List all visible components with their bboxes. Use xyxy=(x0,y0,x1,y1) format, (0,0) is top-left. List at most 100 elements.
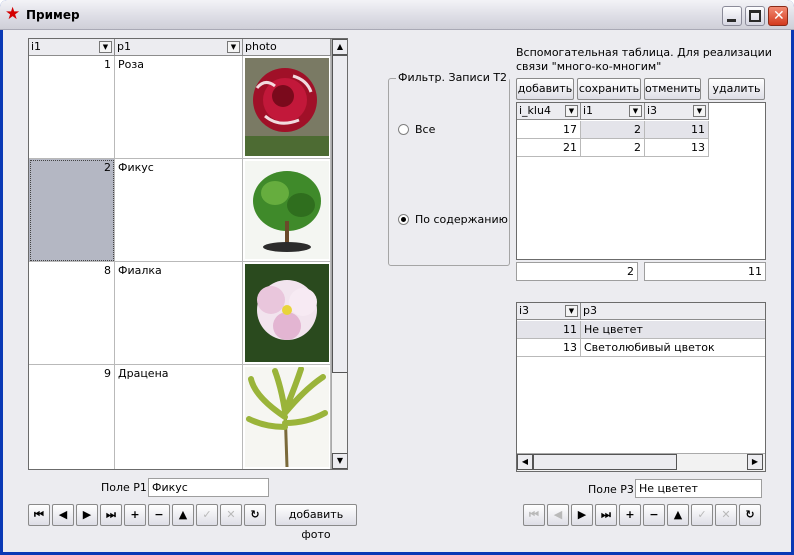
scroll-thumb[interactable] xyxy=(332,55,347,373)
minimize-button[interactable] xyxy=(722,6,742,26)
scroll-thumb[interactable] xyxy=(533,454,677,470)
dropdown-arrow-icon[interactable]: ▼ xyxy=(693,105,706,117)
table-cell-photo[interactable] xyxy=(243,159,331,262)
column-header-i-klu4[interactable]: i_klu4 ▼ xyxy=(517,103,581,120)
scroll-left-icon[interactable]: ◀ xyxy=(517,454,533,470)
first-icon[interactable]: ⏮ xyxy=(523,504,545,526)
table-cell[interactable]: 2 xyxy=(581,139,645,157)
table-cell-photo[interactable] xyxy=(243,365,331,469)
table-cell[interactable]: Светолюбивый цветок xyxy=(581,339,765,357)
title-bar[interactable]: ★ Пример ✕ xyxy=(0,0,794,30)
edit-icon[interactable]: ▲ xyxy=(667,504,689,526)
column-header-p3[interactable]: p3 xyxy=(581,303,765,320)
window-title: Пример xyxy=(26,8,80,22)
first-icon[interactable]: ⏮ xyxy=(28,504,50,526)
cancel-icon[interactable]: ✕ xyxy=(220,504,242,526)
add-button[interactable]: добавить xyxy=(516,78,574,100)
column-header-i1[interactable]: i1 ▼ xyxy=(29,39,115,56)
post-icon[interactable]: ✓ xyxy=(196,504,218,526)
field-p1-label: Поле P1: xyxy=(101,481,151,494)
ficus-photo xyxy=(245,161,329,259)
radio-by-content-label[interactable]: По содержанию xyxy=(415,213,508,226)
save-button[interactable]: сохранить xyxy=(577,78,641,100)
field-p3-label: Поле P3: xyxy=(588,483,638,496)
table-cell-i1[interactable]: 2 xyxy=(29,159,115,262)
maximize-button[interactable] xyxy=(745,6,765,26)
app-window: ★ Пример ✕ i1 ▼ p1 ▼ photo 1 Роза 2 Фику… xyxy=(0,0,794,555)
dropdown-arrow-icon[interactable]: ▼ xyxy=(227,41,240,53)
table-cell[interactable]: 11 xyxy=(517,321,581,339)
aux-field-i3[interactable]: 11 xyxy=(644,262,766,281)
table-cell[interactable]: 13 xyxy=(517,339,581,357)
column-header-photo[interactable]: photo xyxy=(243,39,331,56)
table-cell-i1[interactable]: 1 xyxy=(29,56,115,159)
radio-all[interactable] xyxy=(398,124,409,135)
filter-groupbox: Фильтр. Записи Т2 Все По содержанию xyxy=(388,71,510,266)
last-icon[interactable]: ⏭ xyxy=(595,504,617,526)
minimize-icon xyxy=(727,19,736,22)
horizontal-scrollbar[interactable]: ◀ ▶ xyxy=(517,453,765,471)
next-icon[interactable]: ▶ xyxy=(571,504,593,526)
table-cell-p1[interactable]: Драцена xyxy=(115,365,243,469)
red-star-icon: ★ xyxy=(5,4,21,24)
navigator-3: ⏮ ◀ ▶ ⏭ + − ▲ ✓ ✕ ↻ xyxy=(523,504,763,526)
add-photo-button[interactable]: добавить фото xyxy=(275,504,357,541)
scroll-down-icon[interactable]: ▼ xyxy=(332,453,347,469)
close-icon: ✕ xyxy=(773,8,785,24)
table-cell[interactable]: Не цветет xyxy=(581,321,765,339)
table-cell[interactable]: 21 xyxy=(517,139,581,157)
dropdown-arrow-icon[interactable]: ▼ xyxy=(99,41,112,53)
column-header-p1[interactable]: p1 ▼ xyxy=(115,39,243,56)
refresh-icon[interactable]: ↻ xyxy=(739,504,761,526)
refresh-icon[interactable]: ↻ xyxy=(244,504,266,526)
vertical-scrollbar[interactable]: ▲ ▼ xyxy=(331,39,347,469)
radio-by-content[interactable] xyxy=(398,214,409,225)
aux-field-i1[interactable]: 2 xyxy=(516,262,638,281)
filter-title: Фильтр. Записи Т2 xyxy=(396,71,510,84)
table-cell-i1[interactable]: 9 xyxy=(29,365,115,469)
dropdown-arrow-icon[interactable]: ▼ xyxy=(565,305,578,317)
dropdown-arrow-icon[interactable]: ▼ xyxy=(629,105,642,117)
aux-grid[interactable]: i_klu4 ▼ i1 ▼ i3 ▼ 17 2 11 21 2 13 xyxy=(516,102,766,260)
radio-all-label[interactable]: Все xyxy=(415,123,435,136)
next-icon[interactable]: ▶ xyxy=(76,504,98,526)
field-p1-input[interactable]: Фикус xyxy=(148,478,269,497)
table-cell-photo[interactable] xyxy=(243,56,331,159)
table-cell-p1[interactable]: Роза xyxy=(115,56,243,159)
edit-icon[interactable]: ▲ xyxy=(172,504,194,526)
delete-button[interactable]: удалить xyxy=(708,78,765,100)
main-grid[interactable]: i1 ▼ p1 ▼ photo 1 Роза 2 Фикус 8 Фиалка … xyxy=(28,38,348,470)
delete-icon[interactable]: − xyxy=(148,504,170,526)
scroll-up-icon[interactable]: ▲ xyxy=(332,39,347,55)
aux-caption: Вспомогательная таблица. Для реализации … xyxy=(516,46,772,73)
violet-photo xyxy=(245,264,329,362)
maximize-icon xyxy=(749,10,761,22)
table-cell[interactable]: 11 xyxy=(645,121,709,139)
insert-icon[interactable]: + xyxy=(124,504,146,526)
table-cell-p1[interactable]: Фиалка xyxy=(115,262,243,365)
post-icon[interactable]: ✓ xyxy=(691,504,713,526)
table-cell[interactable]: 17 xyxy=(517,121,581,139)
cancel-icon[interactable]: ✕ xyxy=(715,504,737,526)
insert-icon[interactable]: + xyxy=(619,504,641,526)
column-header-i1[interactable]: i1 ▼ xyxy=(581,103,645,120)
table-cell-i1[interactable]: 8 xyxy=(29,262,115,365)
field-p3-input[interactable]: Не цветет xyxy=(635,479,762,498)
table-cell[interactable]: 2 xyxy=(581,121,645,139)
p3-grid[interactable]: i3 ▼ p3 11 Не цветет 13 Светолюбивый цвет… xyxy=(516,302,766,472)
cancel-button[interactable]: отменить xyxy=(644,78,701,100)
column-header-i3[interactable]: i3 ▼ xyxy=(517,303,581,320)
delete-icon[interactable]: − xyxy=(643,504,665,526)
column-header-i3[interactable]: i3 ▼ xyxy=(645,103,709,120)
prior-icon[interactable]: ◀ xyxy=(52,504,74,526)
last-icon[interactable]: ⏭ xyxy=(100,504,122,526)
close-button[interactable]: ✕ xyxy=(768,6,788,26)
table-cell[interactable]: 13 xyxy=(645,139,709,157)
navigator-1: ⏮ ◀ ▶ ⏭ + − ▲ ✓ ✕ ↻ xyxy=(28,504,266,526)
dropdown-arrow-icon[interactable]: ▼ xyxy=(565,105,578,117)
dracaena-photo xyxy=(245,366,329,468)
scroll-right-icon[interactable]: ▶ xyxy=(747,454,763,470)
table-cell-photo[interactable] xyxy=(243,262,331,365)
table-cell-p1[interactable]: Фикус xyxy=(115,159,243,262)
prior-icon[interactable]: ◀ xyxy=(547,504,569,526)
